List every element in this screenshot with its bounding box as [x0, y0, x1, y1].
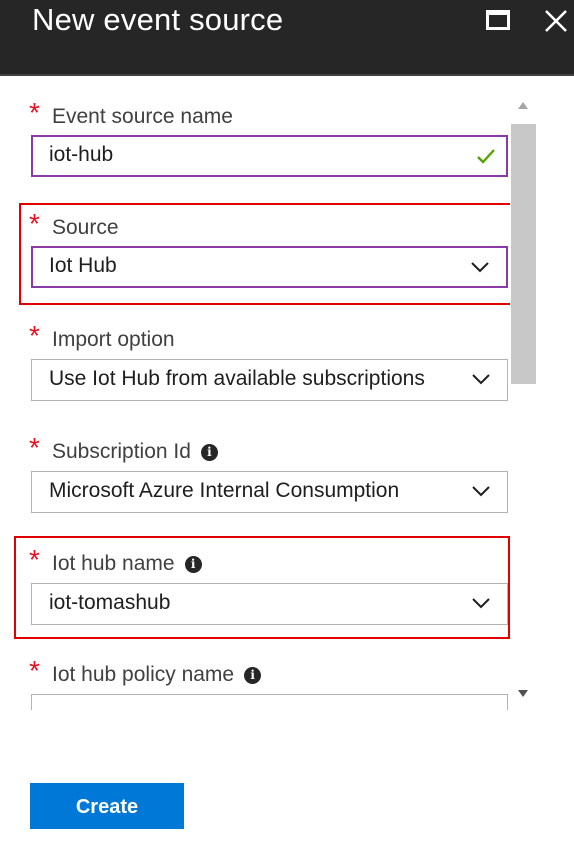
chevron-down-icon — [472, 374, 490, 385]
maximize-button[interactable] — [484, 6, 516, 38]
scroll-down-arrow-icon[interactable] — [518, 690, 528, 697]
highlight-box-iot-hub-name — [14, 536, 510, 639]
subscription-id-value: Microsoft Azure Internal Consumption — [49, 479, 400, 502]
event-source-name-label: Event source name — [52, 105, 233, 128]
subscription-id-label: Subscription Id i — [52, 440, 218, 464]
required-marker: * — [29, 97, 40, 128]
checkmark-icon — [477, 149, 495, 164]
subscription-id-dropdown[interactable]: Microsoft Azure Internal Consumption — [31, 471, 508, 513]
vertical-scrollbar[interactable] — [510, 96, 536, 708]
blade-header: New event source — [0, 0, 574, 76]
close-icon — [545, 10, 567, 32]
required-marker: * — [29, 655, 40, 686]
highlight-box-source — [19, 203, 512, 305]
required-marker: * — [29, 320, 40, 351]
iot-hub-policy-name-label: Iot hub policy name i — [52, 663, 262, 687]
info-icon[interactable]: i — [200, 444, 218, 461]
required-marker: * — [29, 432, 40, 463]
info-icon[interactable]: i — [244, 667, 262, 684]
scroll-up-arrow-icon[interactable] — [518, 102, 528, 109]
close-button[interactable] — [541, 6, 573, 38]
maximize-icon — [486, 10, 510, 30]
scrollbar-thumb[interactable] — [511, 124, 536, 384]
create-button[interactable]: Create — [30, 783, 184, 829]
subscription-id-label-text: Subscription Id — [52, 440, 191, 463]
event-source-name-input[interactable]: iot-hub — [31, 135, 508, 177]
import-option-label: Import option — [52, 328, 175, 351]
event-source-name-value: iot-hub — [49, 143, 114, 166]
import-option-dropdown[interactable]: Use Iot Hub from available subscriptions — [31, 359, 508, 401]
iot-hub-policy-name-label-text: Iot hub policy name — [52, 663, 235, 686]
blade-title: New event source — [32, 2, 284, 37]
import-option-value: Use Iot Hub from available subscriptions — [49, 367, 425, 390]
chevron-down-icon — [472, 486, 490, 497]
iot-hub-policy-name-dropdown[interactable] — [31, 694, 508, 710]
